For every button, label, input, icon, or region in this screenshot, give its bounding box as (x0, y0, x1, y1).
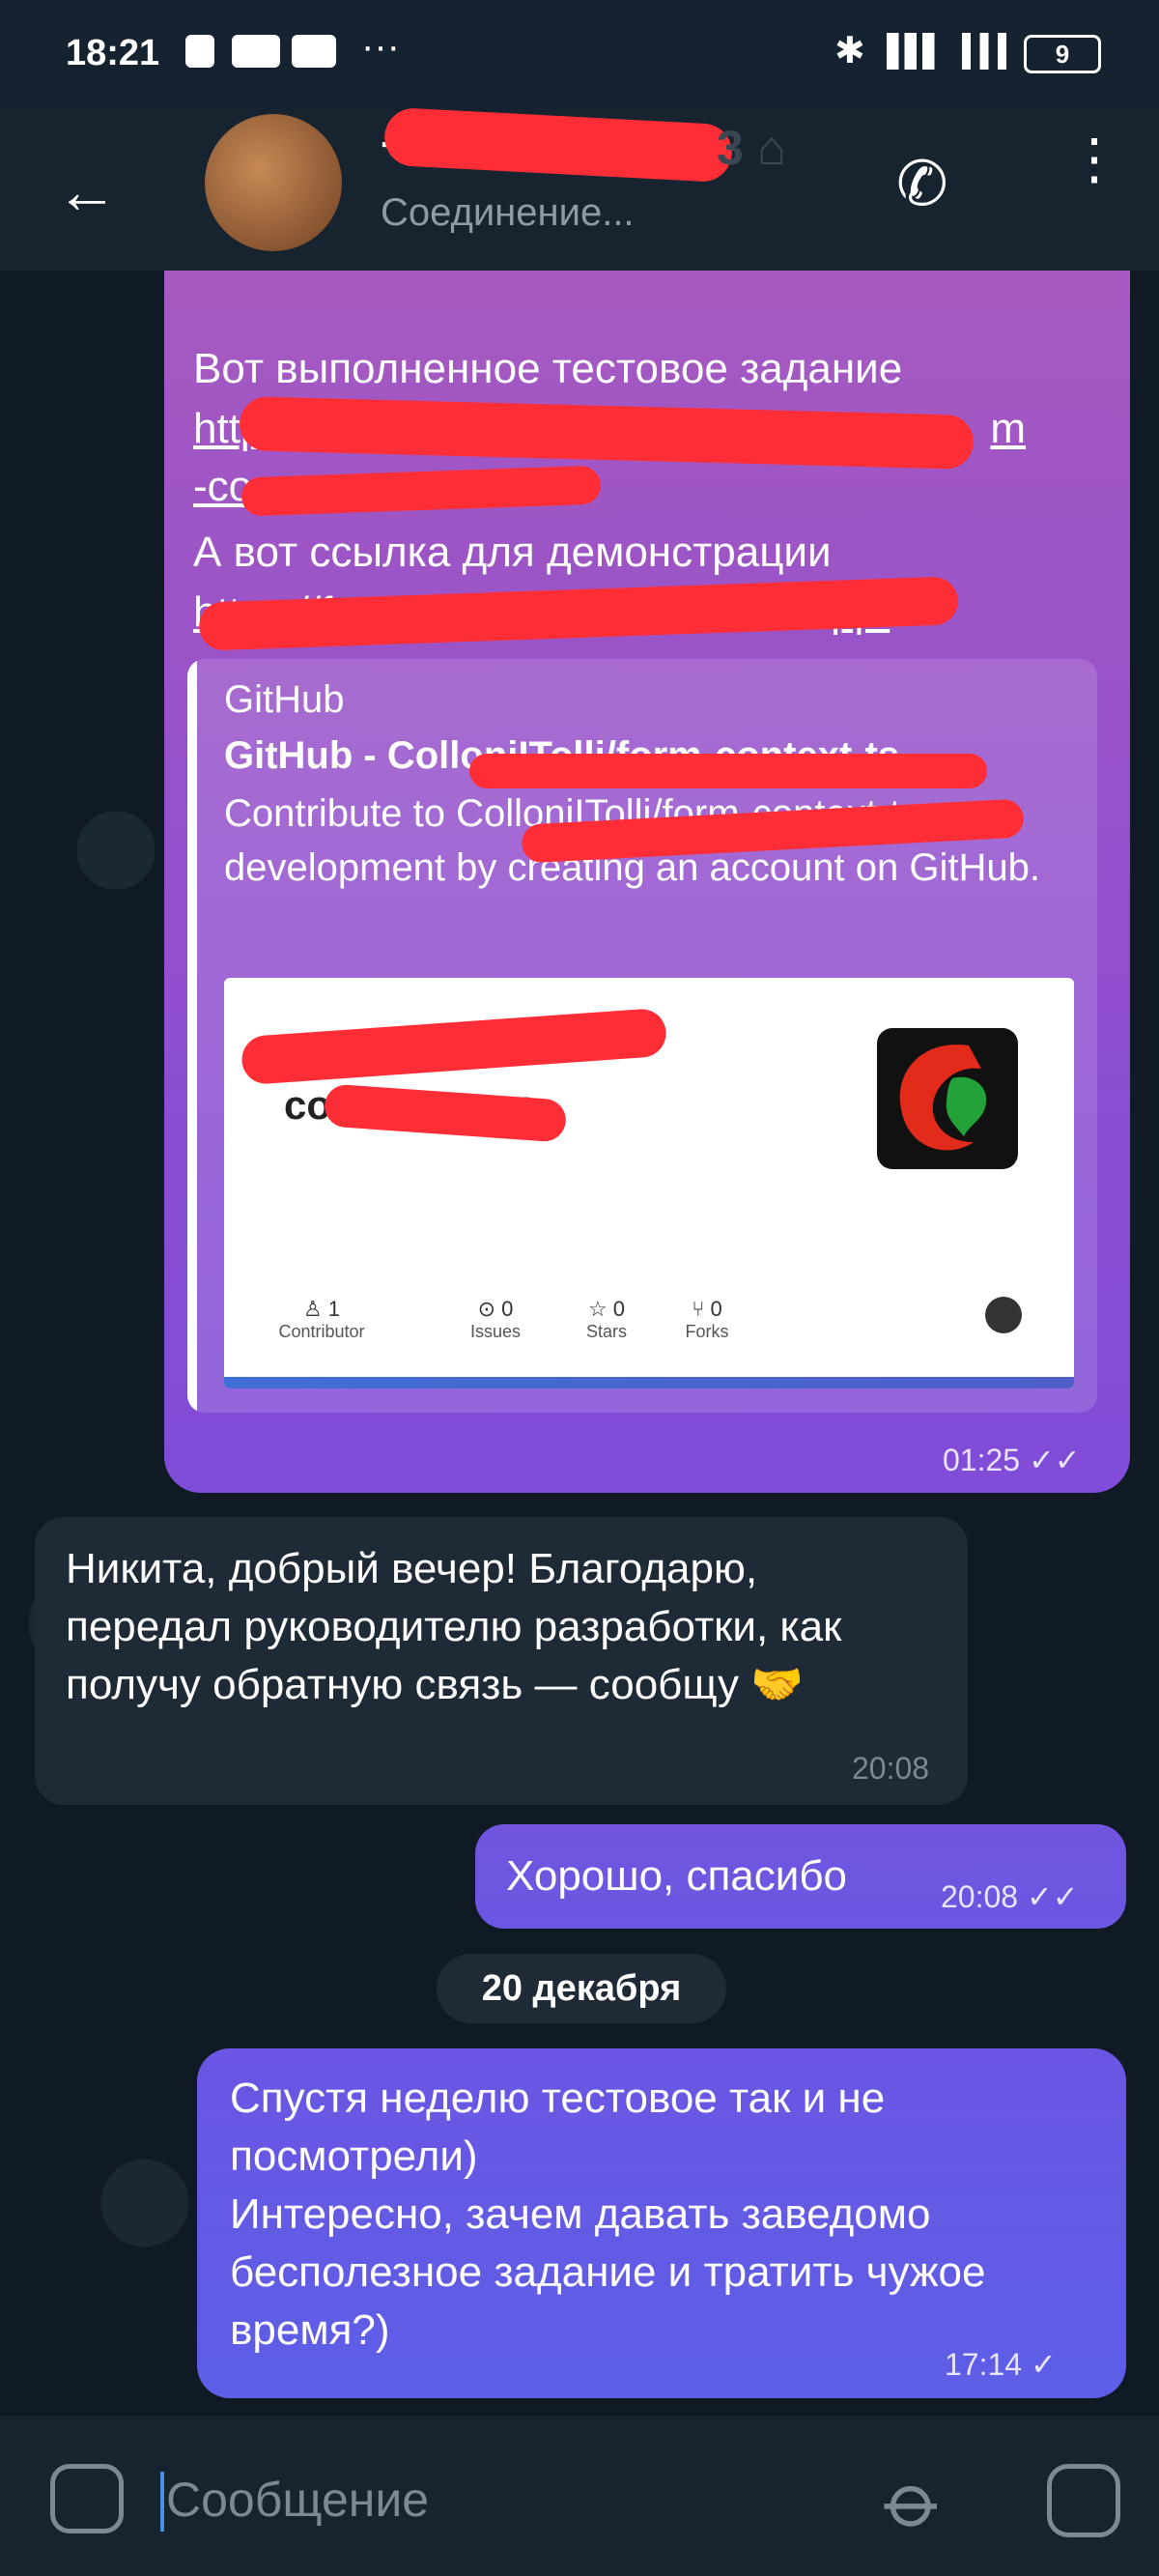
sticker-icon[interactable] (50, 2464, 124, 2533)
battery-icon: 9 (1024, 35, 1101, 73)
message-text: Спустя неделю тестовое так и не посмотре… (230, 2075, 986, 2354)
notification-icon (185, 35, 214, 68)
status-time: 18:21 (66, 33, 160, 73)
message-line: Вот выполненное тестовое задание (193, 345, 903, 392)
message-time: 17:14 ✓ (945, 2347, 1057, 2382)
more-vert-icon[interactable]: ⋮ (1066, 131, 1122, 187)
message-time: 20:08 (852, 1751, 930, 1786)
redaction-mark (469, 754, 987, 788)
preview-accent-bar (187, 659, 197, 1413)
avatar[interactable] (205, 114, 342, 251)
header-badge-icon: 3 ⌂ (717, 121, 786, 175)
message-text: Хорошо, спасибо (506, 1852, 848, 1900)
contact-subtitle: Соединение... (381, 191, 635, 234)
message-time: 20:08 ✓✓ (941, 1879, 1079, 1914)
more-dots-icon: ··· (361, 25, 400, 68)
message-input[interactable]: Сообщение (166, 2472, 429, 2528)
stat-stars: ☆ 0 Stars (585, 1297, 627, 1341)
camera-icon[interactable] (1047, 2464, 1120, 2537)
sent-check-icon: ✓ (1030, 2347, 1057, 2382)
stat-issues: ⊙ 0 Issues (469, 1297, 522, 1341)
card-stripe (224, 1377, 1074, 1388)
signal-icon (962, 33, 1006, 70)
battery-level: 9 (1055, 40, 1070, 69)
message-line: А вот ссылка для демонстрации (193, 529, 832, 576)
repo-avatar (877, 1028, 1018, 1169)
signal-4g-icon (887, 33, 947, 70)
wb-icon (232, 35, 280, 68)
stat-forks: ⑂ 0 Forks (685, 1297, 729, 1341)
stat-contributors: ♙ 1 Contributor (278, 1297, 365, 1341)
github-logo-icon (985, 1297, 1022, 1333)
read-checks-icon: ✓✓ (1028, 1443, 1081, 1477)
status-bar: 18:21 ··· ✱ 9 (0, 0, 1159, 111)
phone-icon[interactable]: ✆ (896, 148, 948, 220)
back-arrow-icon[interactable]: ← (56, 156, 118, 227)
read-checks-icon: ✓✓ (1026, 1879, 1079, 1914)
text-cursor (160, 2472, 164, 2532)
date-separator: 20 декабря (437, 1954, 726, 2023)
bluetooth-icon: ✱ (834, 31, 865, 72)
youtube-icon (292, 35, 336, 68)
message-text: Никита, добрый вечер! Благодарю, передал… (66, 1545, 842, 1708)
preview-site: GitHub (224, 678, 345, 721)
message-time: 01:25 ✓✓ (943, 1443, 1081, 1477)
